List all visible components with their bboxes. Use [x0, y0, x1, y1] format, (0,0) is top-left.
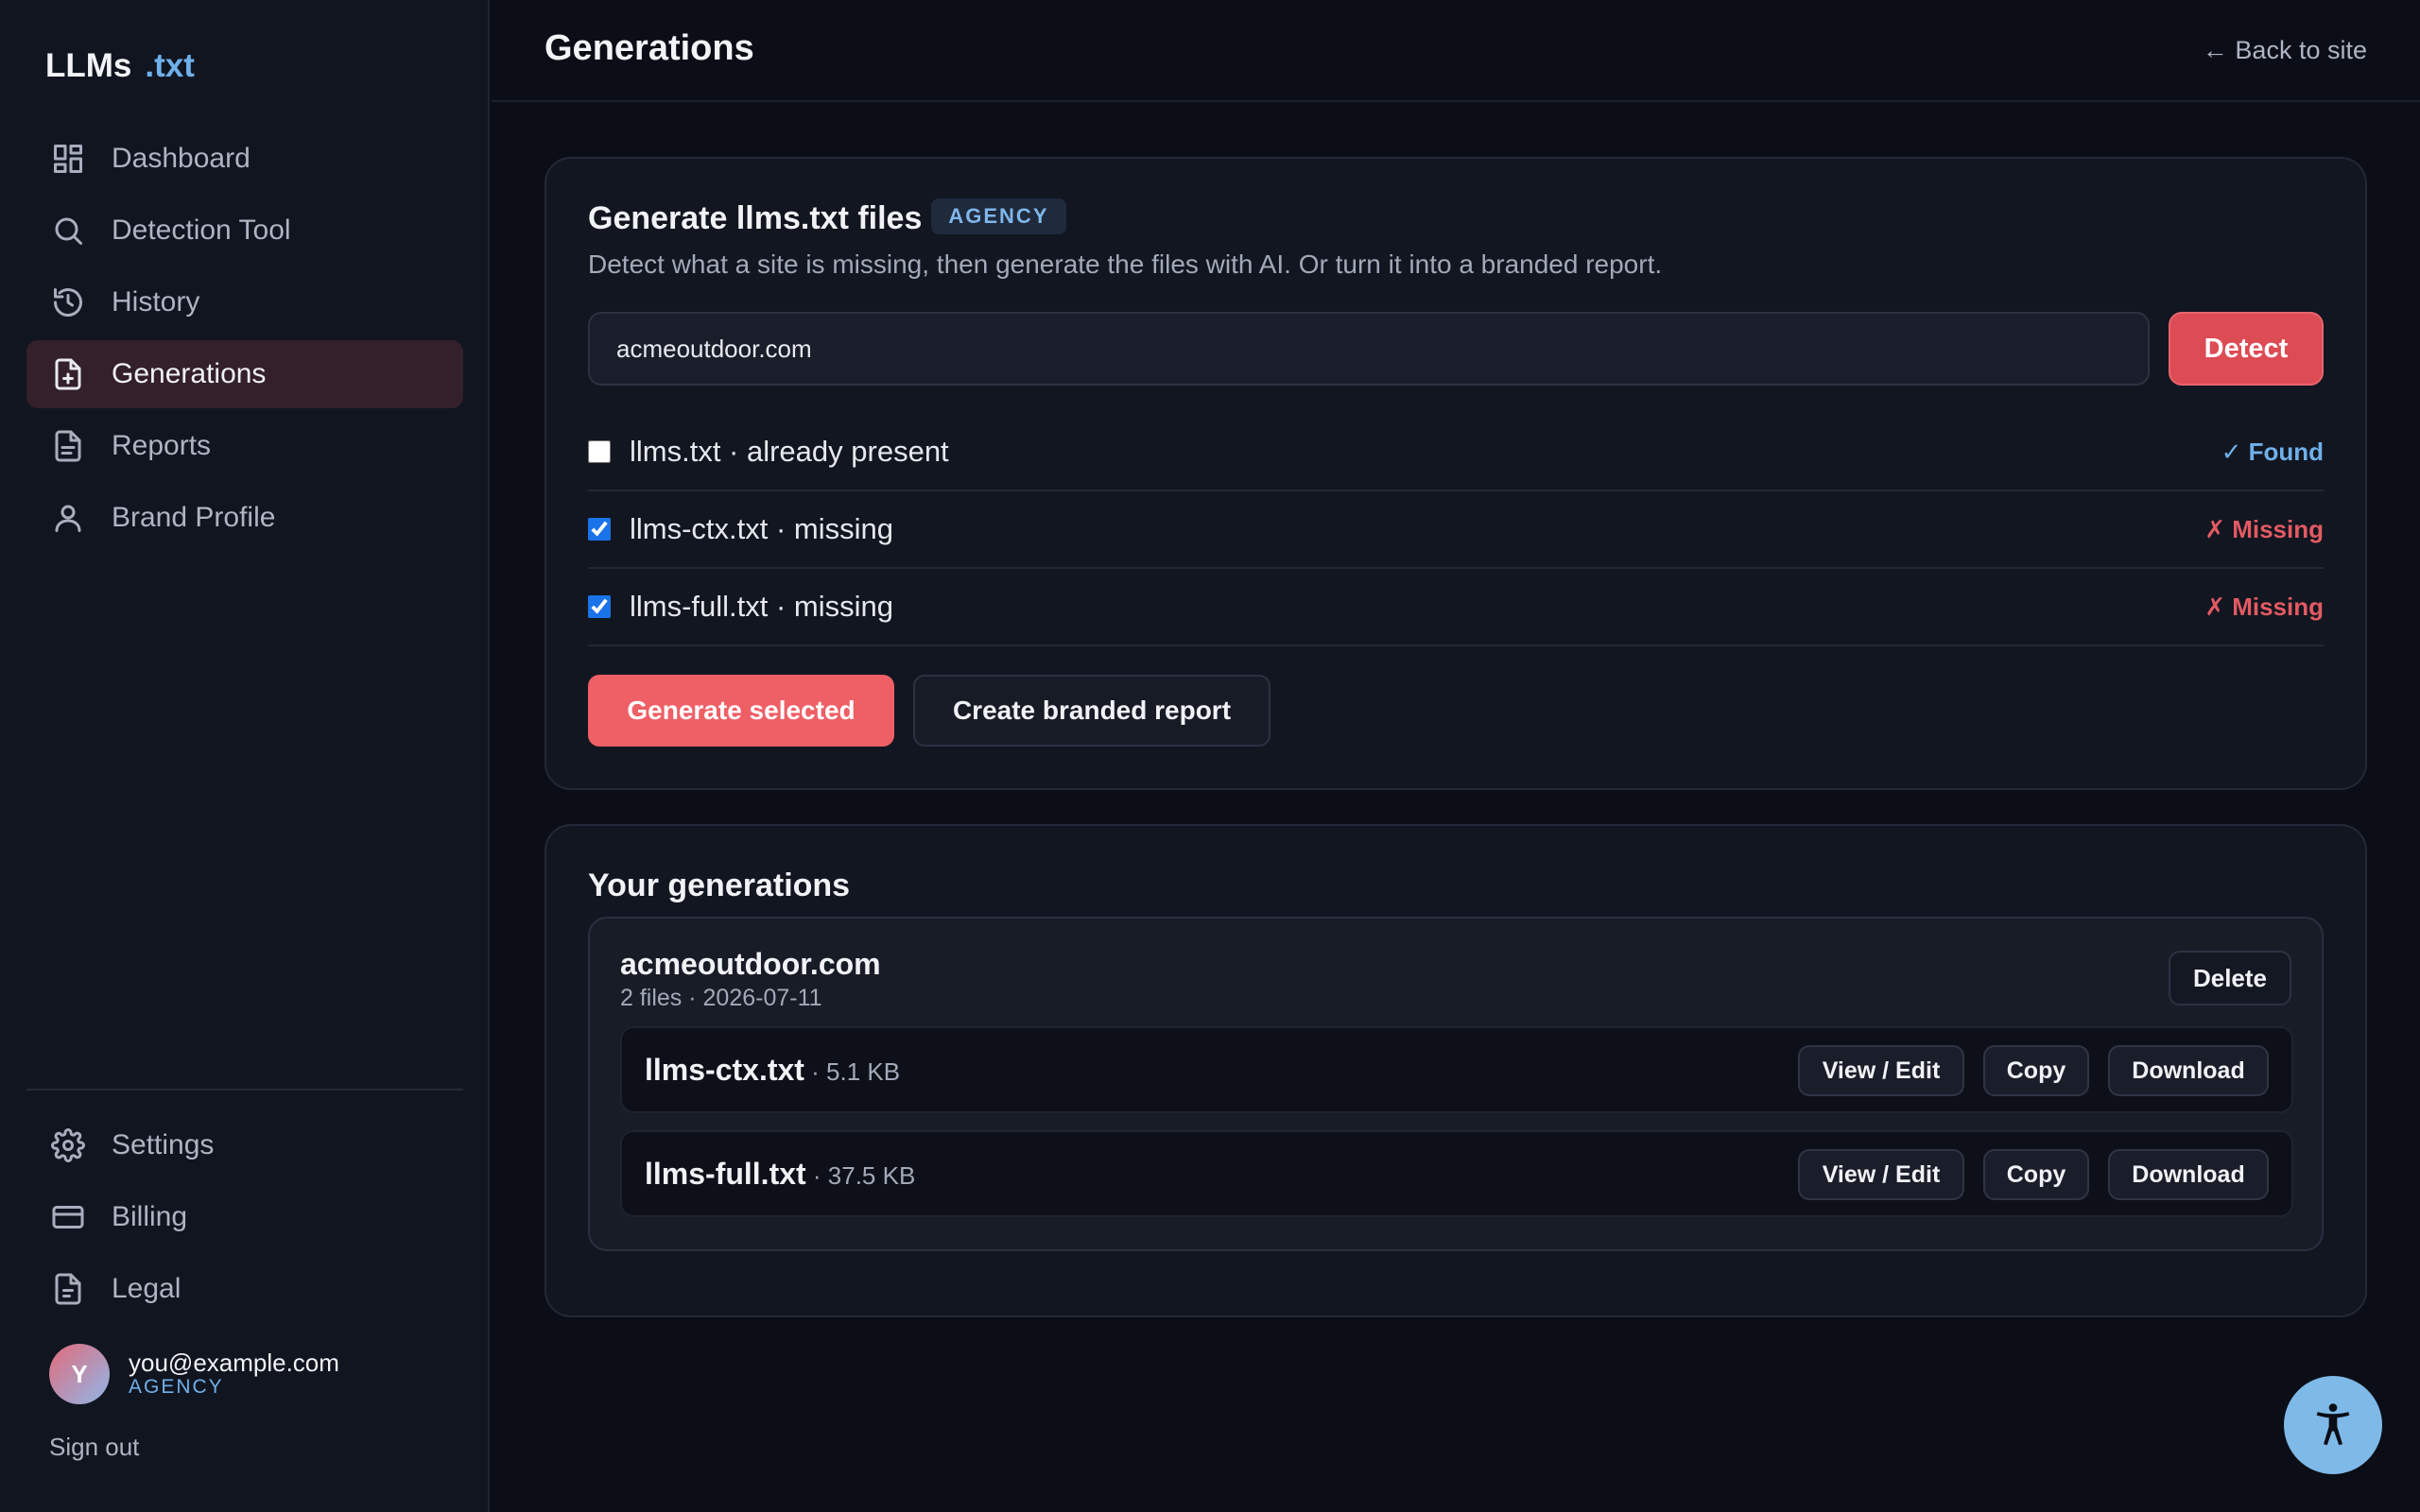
sidebar-item-label: History: [112, 286, 200, 318]
copy-button[interactable]: Copy: [1983, 1045, 2089, 1096]
generate-card: Generate llms.txt files AGENCY Detect wha…: [544, 157, 2367, 790]
user-email: you@example.com: [129, 1349, 339, 1377]
generate-selected-button[interactable]: Generate selected: [588, 675, 894, 747]
generated-file-name: llms-full.txt · 37.5 KB: [645, 1157, 915, 1192]
sign-out-link[interactable]: Sign out: [49, 1433, 139, 1462]
sidebar-item-label: Reports: [112, 430, 212, 461]
detect-button[interactable]: Detect: [2169, 312, 2324, 386]
sidebar: LLMs .txt Dashboard Detection Tool Histor…: [0, 0, 490, 1512]
search-icon: [49, 212, 87, 249]
dashboard-icon: [49, 140, 87, 178]
plan-badge: AGENCY: [931, 198, 1066, 235]
sidebar-nav: Dashboard Detection Tool History Generat…: [26, 125, 463, 556]
sidebar-item-label: Billing: [112, 1201, 188, 1232]
status-badge: ✗ Missing: [2204, 592, 2324, 621]
download-button[interactable]: Download: [2108, 1045, 2269, 1096]
user-plan: AGENCY: [129, 1376, 224, 1398]
sidebar-bottom-nav: Settings Billing Legal: [26, 1111, 463, 1327]
sidebar-item-reports[interactable]: Reports: [26, 412, 463, 480]
sidebar-divider: [26, 1089, 463, 1091]
status-badge: ✓ Found: [2221, 437, 2324, 466]
avatar: Y: [49, 1344, 110, 1404]
file-row-label: llms-full.txt · missing: [630, 590, 894, 623]
generated-file-name: llms-ctx.txt · 5.1 KB: [645, 1053, 900, 1088]
history-icon: [49, 284, 87, 321]
page-header: Generations ← Back to site: [492, 0, 2420, 102]
sidebar-item-generations[interactable]: Generations: [26, 340, 463, 408]
checkbox-llms-ctx-txt[interactable]: [588, 518, 611, 541]
download-button[interactable]: Download: [2108, 1149, 2269, 1200]
file-row-llms-ctx-txt: llms-ctx.txt · missing ✗ Missing: [588, 491, 2324, 569]
credit-card-icon: [49, 1198, 87, 1236]
user-icon: [49, 499, 87, 537]
sidebar-item-label: Brand Profile: [112, 502, 276, 533]
sidebar-item-brand-profile[interactable]: Brand Profile: [26, 484, 463, 552]
checkbox-llms-txt[interactable]: [588, 440, 611, 463]
copy-button[interactable]: Copy: [1983, 1149, 2089, 1200]
sidebar-item-label: Dashboard: [112, 143, 251, 174]
generated-file-row: llms-full.txt · 37.5 KB View / Edit Copy…: [620, 1130, 2293, 1217]
accessibility-icon: [2316, 1403, 2350, 1446]
view-edit-button[interactable]: View / Edit: [1798, 1149, 1964, 1200]
delete-button[interactable]: Delete: [2169, 951, 2291, 1005]
checkbox-llms-full-txt[interactable]: [588, 595, 611, 618]
user-profile[interactable]: Y you@example.com AGENCY: [49, 1344, 339, 1404]
sidebar-item-label: Legal: [112, 1273, 182, 1304]
sidebar-item-dashboard[interactable]: Dashboard: [26, 125, 463, 193]
file-text-icon: [49, 427, 87, 465]
generate-card-title: Generate llms.txt files AGENCY: [588, 198, 1066, 238]
gear-icon: [49, 1126, 87, 1164]
create-branded-report-button[interactable]: Create branded report: [913, 675, 1270, 747]
generation-site: acmeoutdoor.com: [620, 947, 881, 981]
sidebar-item-label: Generations: [112, 358, 267, 389]
sidebar-item-detection-tool[interactable]: Detection Tool: [26, 197, 463, 265]
file-row-llms-txt: llms.txt · already present ✓ Found: [588, 414, 2324, 491]
file-size: · 5.1 KB: [804, 1057, 901, 1086]
generation-group: acmeoutdoor.com 2 files · 2026-07-11 Del…: [588, 917, 2324, 1251]
sidebar-item-billing[interactable]: Billing: [26, 1183, 463, 1251]
file-plus-icon: [49, 355, 87, 393]
file-size: · 37.5 KB: [805, 1161, 916, 1190]
generation-meta: 2 files · 2026-07-11: [620, 985, 822, 1011]
view-edit-button[interactable]: View / Edit: [1798, 1045, 1964, 1096]
user-info: you@example.com AGENCY: [129, 1349, 339, 1399]
generations-card: Your generations acmeoutdoor.com 2 files…: [544, 824, 2367, 1317]
page-title: Generations: [544, 28, 754, 68]
status-badge: ✗ Missing: [2204, 514, 2324, 543]
file-row-label: llms-ctx.txt · missing: [630, 512, 893, 545]
file-row-llms-full-txt: llms-full.txt · missing ✗ Missing: [588, 569, 2324, 646]
accessibility-button[interactable]: [2284, 1376, 2382, 1474]
sidebar-item-label: Settings: [112, 1129, 215, 1160]
site-url-input[interactable]: [588, 312, 2150, 386]
file-row-label: llms.txt · already present: [630, 435, 949, 468]
generated-file-row: llms-ctx.txt · 5.1 KB View / Edit Copy D…: [620, 1026, 2293, 1113]
app-logo[interactable]: LLMs .txt: [45, 47, 195, 85]
sidebar-item-history[interactable]: History: [26, 268, 463, 336]
sidebar-item-settings[interactable]: Settings: [26, 1111, 463, 1179]
generate-card-subtitle: Detect what a site is missing, then gene…: [588, 249, 1663, 279]
file-name-text: llms-ctx.txt: [645, 1053, 804, 1087]
logo-name: LLMs: [45, 47, 132, 84]
generations-card-title: Your generations: [588, 868, 851, 903]
file-name-text: llms-full.txt: [645, 1157, 806, 1191]
document-icon: [49, 1270, 87, 1308]
generate-title-text: Generate llms.txt files: [588, 200, 923, 236]
back-to-site-link[interactable]: ← Back to site: [2203, 36, 2367, 65]
sidebar-item-label: Detection Tool: [112, 215, 291, 246]
logo-accent: .txt: [145, 47, 195, 84]
sidebar-item-legal[interactable]: Legal: [26, 1255, 463, 1323]
